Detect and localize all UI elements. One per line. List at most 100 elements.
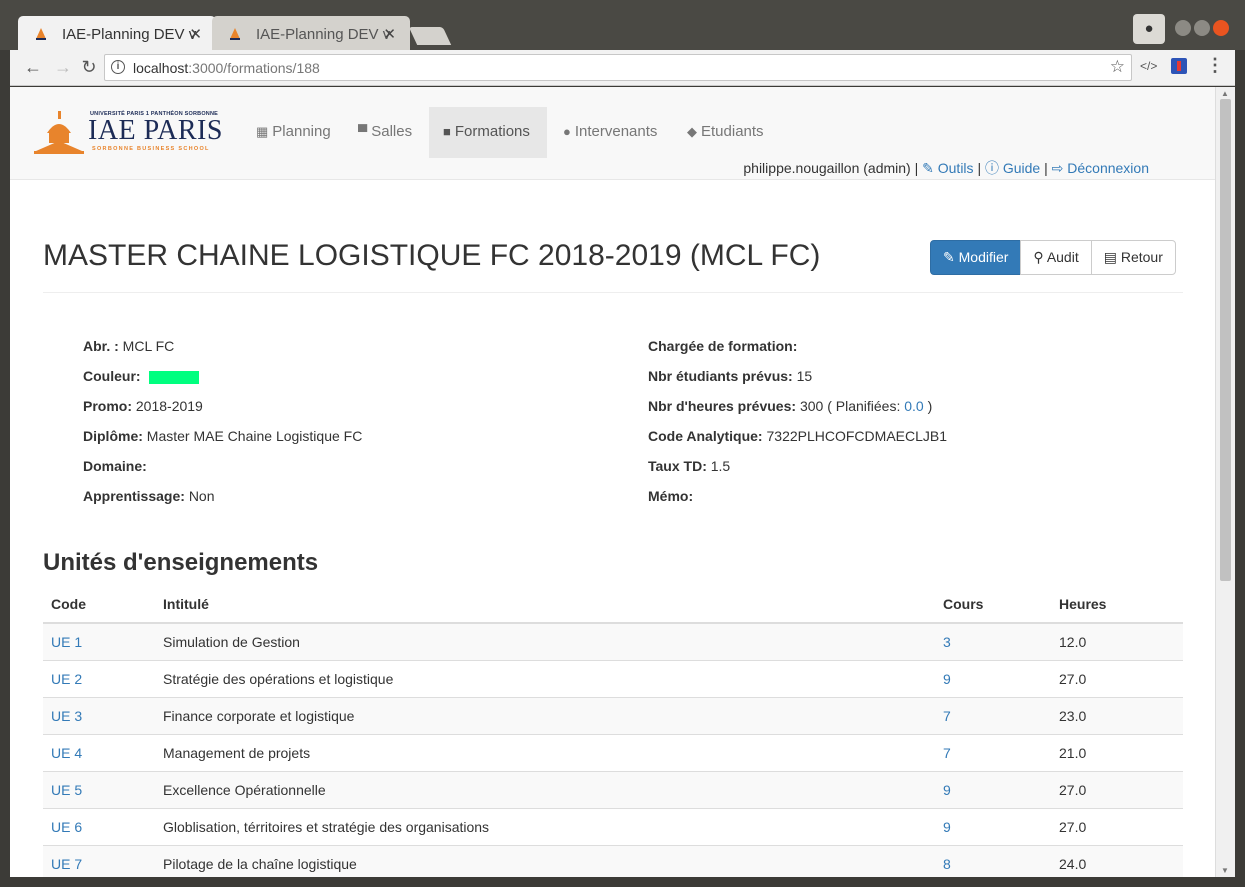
ue-code-link[interactable]: UE 2 [51,671,82,687]
app-navbar: UNIVERSITÉ PARIS 1 PANTHÉON SORBONNE IAE… [10,87,1215,180]
field-abr: Abr. : MCL FC [83,338,175,354]
iae-favicon-icon [36,28,46,40]
ue-code-link[interactable]: UE 3 [51,708,82,724]
ue-code-link[interactable]: UE 4 [51,745,82,761]
close-window-button[interactable] [1213,20,1229,36]
outils-link[interactable]: Outils [938,160,974,176]
info-icon[interactable]: i [111,60,125,74]
ue-code-link[interactable]: UE 7 [51,856,82,872]
tab-title: IAE-Planning DEV v [256,26,391,43]
browser-toolbar: ← → ↻ i localhost:3000/formations/188 ☆ … [10,50,1235,86]
nav-item-etudiants[interactable]: ◆ Etudiants [673,107,778,158]
pantheon-logo-icon [34,111,84,154]
nav-item-formations[interactable]: ■ Formations [429,107,547,158]
field-promo: Promo: 2018-2019 [83,398,203,414]
search-icon: ⚲ [1033,249,1044,265]
field-apprentissage: Apprentissage: Non [83,488,215,504]
logo-school-text: SORBONNE BUSINESS SCHOOL [92,146,210,152]
table-row: UE 1 Simulation de Gestion 3 12.0 [43,622,1183,660]
ue-cours-link[interactable]: 9 [943,819,951,835]
ue-heures: 24.0 [1051,844,1183,877]
table-row: UE 5 Excellence Opérationnelle 9 27.0 [43,770,1183,808]
ue-heures: 27.0 [1051,770,1183,808]
ue-heures: 27.0 [1051,807,1183,845]
ue-intitule: Stratégie des opérations et logistique [155,659,935,697]
ue-cours-link[interactable]: 3 [943,634,951,650]
ue-code-link[interactable]: UE 1 [51,634,82,650]
pencil-icon: ✎ [943,249,955,265]
col-cours: Cours [935,585,1051,624]
ue-cours-link[interactable]: 7 [943,745,951,761]
ue-cours-link[interactable]: 9 [943,671,951,687]
planifiees-link[interactable]: 0.0 [904,398,923,414]
modifier-button[interactable]: ✎ Modifier [930,240,1022,275]
extension-icon[interactable] [1171,58,1187,74]
scroll-down-arrow-icon[interactable]: ▼ [1221,866,1229,875]
page-title: MASTER CHAINE LOGISTIQUE FC 2018-2019 (M… [43,239,821,272]
field-nbr-heures: Nbr d'heures prévues: 300 ( Planifiées: … [648,398,933,414]
ue-code-link[interactable]: UE 5 [51,782,82,798]
vertical-scrollbar[interactable]: ▲ ▼ [1215,87,1235,877]
scrollbar-thumb[interactable] [1220,99,1231,581]
nav-item-intervenants[interactable]: ● Intervenants [549,107,671,158]
browser-tab[interactable]: IAE-Planning DEV v ✕ [212,16,410,50]
new-tab-button[interactable] [408,27,452,45]
field-chargee: Chargée de formation: [648,338,798,354]
table-row: UE 6 Globlisation, térritoires et straté… [43,807,1183,845]
title-divider [43,292,1183,293]
maximize-button[interactable] [1194,20,1210,36]
reload-icon[interactable]: ↻ [78,57,100,78]
tab-title: IAE-Planning DEV v [62,26,197,43]
ue-intitule: Simulation de Gestion [155,622,935,660]
logout-icon[interactable]: ⇨ [1052,160,1064,176]
table-row: UE 2 Stratégie des opérations et logisti… [43,659,1183,697]
ue-cours-link[interactable]: 9 [943,782,951,798]
calendar-icon: ▦ [256,124,269,139]
col-code: Code [43,585,155,624]
desk-icon: ▀ [358,124,368,139]
retour-button[interactable]: ▤ Retour [1090,240,1176,275]
color-swatch [148,370,199,384]
close-icon[interactable]: ✕ [383,25,396,43]
address-bar[interactable]: i localhost:3000/formations/188 ☆ [104,54,1132,81]
back-arrow-icon[interactable]: ← [22,57,44,78]
ue-intitule: Pilotage de la chaîne logistique [155,844,935,877]
logo-name: IAE PARIS [88,115,223,146]
ue-cours-link[interactable]: 7 [943,708,951,724]
table-row: UE 4 Management de projets 7 21.0 [43,733,1183,771]
scroll-up-arrow-icon[interactable]: ▲ [1221,89,1229,98]
logout-link[interactable]: Déconnexion [1067,160,1149,176]
browser-tab-active[interactable]: IAE-Planning DEV v ✕ [18,16,216,50]
ue-heures: 21.0 [1051,733,1183,771]
ue-heures: 23.0 [1051,696,1183,734]
current-user: philippe.nougaillon (admin) | [743,160,919,176]
audit-button[interactable]: ⚲ Audit [1020,240,1092,275]
iae-favicon-icon [230,28,240,40]
user-menu: philippe.nougaillon (admin) | ✎ Outils |… [743,160,1149,176]
field-couleur: Couleur: [83,368,199,384]
ue-code-link[interactable]: UE 6 [51,819,82,835]
field-nbr-etudiants: Nbr étudiants prévus: 15 [648,368,813,384]
page-viewport: UNIVERSITÉ PARIS 1 PANTHÉON SORBONNE IAE… [10,87,1215,877]
bookmark-star-icon[interactable]: ☆ [1110,57,1125,77]
ue-heures: 12.0 [1051,622,1183,660]
field-diplome: Diplôme: Master MAE Chaine Logistique FC [83,428,363,444]
ue-intitule: Excellence Opérationnelle [155,770,935,808]
iae-paris-logo[interactable]: UNIVERSITÉ PARIS 1 PANTHÉON SORBONNE IAE… [34,107,222,157]
minimize-button[interactable] [1175,20,1191,36]
close-icon[interactable]: ✕ [189,25,202,43]
info-circle-icon[interactable]: ⓘ [985,160,999,176]
nav-item-salles[interactable]: ▀ Salles [344,107,426,158]
list-icon: ▤ [1103,249,1117,265]
field-domaine: Domaine: [83,458,147,474]
briefcase-icon: ■ [443,124,451,139]
wrench-icon[interactable]: ✎ [922,160,934,176]
nav-item-planning[interactable]: ▦ Planning [242,107,345,158]
ue-cours-link[interactable]: 8 [943,856,951,872]
browser-window: IAE-Planning DEV v ✕ IAE-Planning DEV v … [0,0,1245,887]
code-extension-icon[interactable]: </> [1140,59,1157,73]
guide-link[interactable]: Guide [1003,160,1040,176]
menu-dots-icon[interactable]: ⋮ [1206,55,1224,76]
forward-arrow-icon[interactable]: → [52,57,74,78]
profile-icon[interactable]: ● [1133,14,1165,44]
